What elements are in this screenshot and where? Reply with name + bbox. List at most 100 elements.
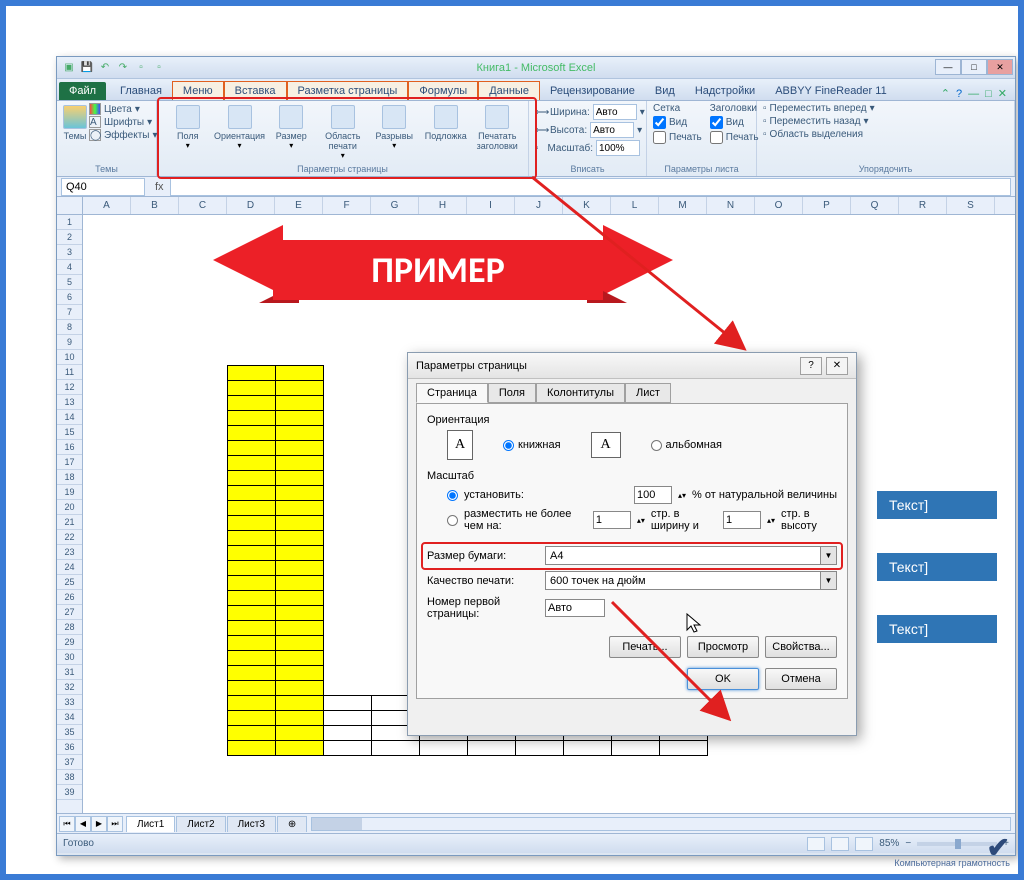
sheet-tab-1[interactable]: Лист1 [126,816,175,832]
maximize-button[interactable]: □ [961,59,987,75]
selection-pane-button[interactable]: ▫Область выделения [763,129,1008,140]
effects-button[interactable]: ◯Эффекты▾ [89,129,158,141]
row-header[interactable]: 16 [57,440,82,455]
dialog-help-button[interactable]: ? [800,357,822,375]
tab-insert[interactable]: Вставка [224,81,287,100]
row-header[interactable]: 27 [57,605,82,620]
height-selector[interactable]: ⟷Высота:▾ [535,121,640,139]
landscape-radio[interactable]: альбомная [651,439,722,451]
row-header[interactable]: 8 [57,320,82,335]
column-header[interactable]: L [611,197,659,214]
tab-pagelayout[interactable]: Разметка страницы [287,81,409,100]
view-pagebreak-button[interactable] [855,837,873,851]
print-quality-combo[interactable]: 600 точек на дюйм▼ [545,571,837,590]
tab-formulas[interactable]: Формулы [408,81,478,100]
column-header[interactable]: E [275,197,323,214]
colors-button[interactable]: Цвета▾ [89,103,158,115]
dialog-titlebar[interactable]: Параметры страницы ? ✕ [408,353,856,379]
headings-view-check[interactable]: Вид [710,116,759,129]
fit-width-input[interactable] [593,511,631,529]
scale-percent-input[interactable] [634,486,672,504]
tab-file[interactable]: Файл [59,82,106,100]
row-header[interactable]: 25 [57,575,82,590]
headings-print-check[interactable]: Печать [710,131,759,144]
dialog-tab-page[interactable]: Страница [416,383,488,403]
ok-button[interactable]: OK [687,668,759,690]
row-header[interactable]: 1 [57,215,82,230]
row-header[interactable]: 37 [57,755,82,770]
scale-set-radio[interactable]: установить: ▴▾ % от натуральной величины [447,486,837,504]
row-header[interactable]: 10 [57,350,82,365]
column-header[interactable]: A [83,197,131,214]
row-header[interactable]: 12 [57,380,82,395]
column-header[interactable]: H [419,197,467,214]
scale-fit-radio[interactable]: разместить не более чем на: ▴▾ стр. в ши… [447,508,837,532]
row-header[interactable]: 7 [57,305,82,320]
row-header[interactable]: 24 [57,560,82,575]
formula-input[interactable] [170,178,1011,196]
row-header[interactable]: 22 [57,530,82,545]
row-header[interactable]: 38 [57,770,82,785]
width-selector[interactable]: ⟷Ширина:▾ [535,103,640,121]
column-header[interactable]: M [659,197,707,214]
row-header[interactable]: 35 [57,725,82,740]
row-header[interactable]: 5 [57,275,82,290]
row-header[interactable]: 33 [57,695,82,710]
column-header[interactable]: I [467,197,515,214]
sheet-nav-next[interactable]: ▶ [91,816,107,832]
sheet-tab-2[interactable]: Лист2 [176,816,225,832]
row-header[interactable]: 21 [57,515,82,530]
row-header[interactable]: 6 [57,290,82,305]
portrait-radio[interactable]: книжная [503,439,561,451]
row-header[interactable]: 36 [57,740,82,755]
tab-menu[interactable]: Меню [172,81,224,100]
sheet-tab-3[interactable]: Лист3 [227,816,276,832]
column-header[interactable]: R [899,197,947,214]
breaks-button[interactable]: Разрывы▾ [370,103,420,150]
column-header[interactable]: D [227,197,275,214]
close-button[interactable]: ✕ [987,59,1013,75]
row-header[interactable]: 4 [57,260,82,275]
column-header[interactable]: G [371,197,419,214]
tab-review[interactable]: Рецензирование [540,82,645,100]
column-header[interactable]: P [803,197,851,214]
fx-icon[interactable]: fx [149,181,170,193]
row-header[interactable]: 19 [57,485,82,500]
properties-button[interactable]: Свойства... [765,636,837,658]
redo-icon[interactable]: ↷ [115,60,131,76]
row-header[interactable]: 15 [57,425,82,440]
row-header[interactable]: 14 [57,410,82,425]
tab-view[interactable]: Вид [645,82,685,100]
tab-data[interactable]: Данные [478,81,540,100]
preview-button[interactable]: Просмотр [687,636,759,658]
gridlines-view-check[interactable]: Вид [653,116,702,129]
row-header[interactable]: 26 [57,590,82,605]
dialog-tab-margins[interactable]: Поля [488,383,536,403]
dialog-tab-headerfooter[interactable]: Колонтитулы [536,383,625,403]
column-header[interactable]: K [563,197,611,214]
sheet-nav-prev[interactable]: ◀ [75,816,91,832]
horizontal-scrollbar[interactable] [311,817,1011,831]
paper-size-combo[interactable]: A4▼ [545,546,837,565]
background-button[interactable]: Подложка [421,103,471,141]
select-all-corner[interactable] [57,197,83,215]
tab-abbyy[interactable]: ABBYY FineReader 11 [765,82,897,100]
first-page-input[interactable] [545,599,605,617]
collapse-ribbon-icon[interactable]: ⌃ [941,87,950,100]
column-header[interactable]: Q [851,197,899,214]
view-normal-button[interactable] [807,837,825,851]
print-area-button[interactable]: Область печати▾ [318,103,368,160]
themes-button[interactable]: Темы [63,103,87,141]
restore-window-icon[interactable]: □ [985,88,992,100]
name-box[interactable] [61,178,145,196]
gridlines-print-check[interactable]: Печать [653,131,702,144]
fonts-button[interactable]: AШрифты▾ [89,116,158,128]
new-sheet-button[interactable]: ⊕ [277,816,307,832]
column-header[interactable]: O [755,197,803,214]
margins-button[interactable]: Поля▾ [163,103,213,150]
tab-addins[interactable]: Надстройки [685,82,765,100]
row-header[interactable]: 29 [57,635,82,650]
column-header[interactable]: B [131,197,179,214]
undo-icon[interactable]: ↶ [97,60,113,76]
orientation-button[interactable]: Ориентация▾ [215,103,265,150]
